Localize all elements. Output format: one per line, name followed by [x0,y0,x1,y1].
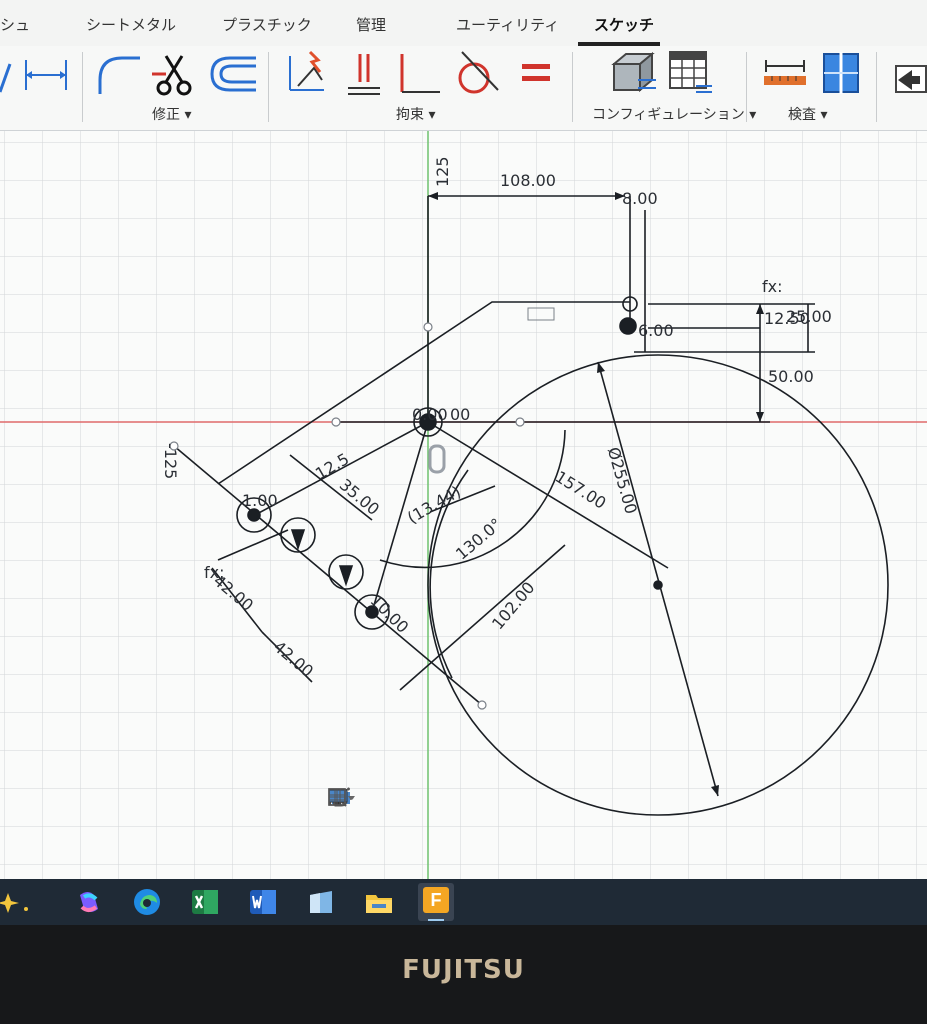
trim-scissors-icon[interactable] [152,52,198,98]
offset-icon[interactable] [208,54,260,94]
separator [82,52,83,122]
circle-center[interactable] [653,580,663,590]
sketch-canvas[interactable]: 125 108.00 8.00 fx: 12.50 25.00 50.00 6.… [0,131,927,879]
separator [572,52,573,122]
widgets-sparkle-icon[interactable] [0,887,34,917]
pivot-point[interactable] [619,317,637,335]
taskbar: F [0,879,927,925]
tab-utilities[interactable]: ユーティリティ [456,14,559,35]
measure-icon[interactable] [762,58,808,88]
line-tool-icon[interactable] [0,56,20,96]
active-app-indicator [428,919,444,921]
equal-constraint-icon[interactable] [520,62,554,86]
configure-cube-icon[interactable] [608,50,658,98]
edge-icon[interactable] [132,887,162,917]
perpendicular-constraint-icon[interactable] [396,52,442,96]
insert-icon[interactable] [890,60,927,94]
tab-mesh[interactable]: シュ [0,14,30,35]
viewports-icon[interactable] [326,786,356,808]
dim-1[interactable]: 1.00 [242,491,278,510]
navigation-bar [326,786,616,814]
constraints-group-label[interactable]: 拘束 ▾ [396,104,435,124]
dim-50[interactable]: 50.00 [768,367,814,386]
fx-label-right: fx: [762,277,783,296]
dim-108[interactable]: 108.00 [500,171,556,190]
tab-sketch[interactable]: スケッチ [594,14,654,35]
separator [746,52,747,122]
modify-group-label[interactable]: 修正 ▾ [152,104,191,124]
tangent-constraint-icon[interactable] [456,50,502,96]
fusion-taskbar-slot[interactable]: F [418,883,454,921]
parallel-constraint-icon[interactable] [346,52,382,96]
axis-label-left: -125 [161,443,180,480]
dim-8[interactable]: 8.00 [622,189,658,208]
tab-manage[interactable]: 管理 [356,14,386,35]
section-analysis-icon[interactable] [822,50,862,96]
explorer-icon[interactable] [364,887,394,917]
dim-center[interactable]: 0.00 [412,405,448,424]
screen: シュ シートメタル プラスチック 管理 ユーティリティ スケッチ 修正 ▾ 拘束… [0,0,927,925]
store-icon[interactable] [306,887,336,917]
dimension-tool-icon[interactable] [22,58,72,92]
bezel-brand-logo: FUJITSU [402,955,525,985]
dim-00[interactable]: 00 [450,405,470,424]
dim-25[interactable]: 25.00 [786,307,832,326]
dim-6[interactable]: 6.00 [638,321,674,340]
ribbon-tabs: シュ シートメタル プラスチック 管理 ユーティリティ スケッチ [0,0,927,46]
fillet-icon[interactable] [96,52,142,96]
tab-plastic[interactable]: プラスチック [222,14,312,35]
copilot-icon[interactable] [74,887,104,917]
excel-icon[interactable] [190,887,220,917]
tab-sheet-metal[interactable]: シートメタル [86,14,176,35]
configuration-table-icon[interactable] [666,48,714,98]
axis-label-top: 125 [433,156,452,187]
auto-constrain-icon[interactable] [284,50,330,96]
grid [0,131,927,879]
separator [876,52,877,122]
ribbon-toolbar: 修正 ▾ 拘束 ▾ コンフィギュレーション ▾ 検査 ▾ [0,46,927,131]
word-icon[interactable] [248,887,278,917]
separator [268,52,269,122]
configuration-group-label[interactable]: コンフィギュレーション ▾ [592,104,756,124]
inspect-group-label[interactable]: 検査 ▾ [788,104,827,124]
sketch-drawing[interactable] [0,131,927,879]
fusion-icon[interactable]: F [423,887,449,913]
